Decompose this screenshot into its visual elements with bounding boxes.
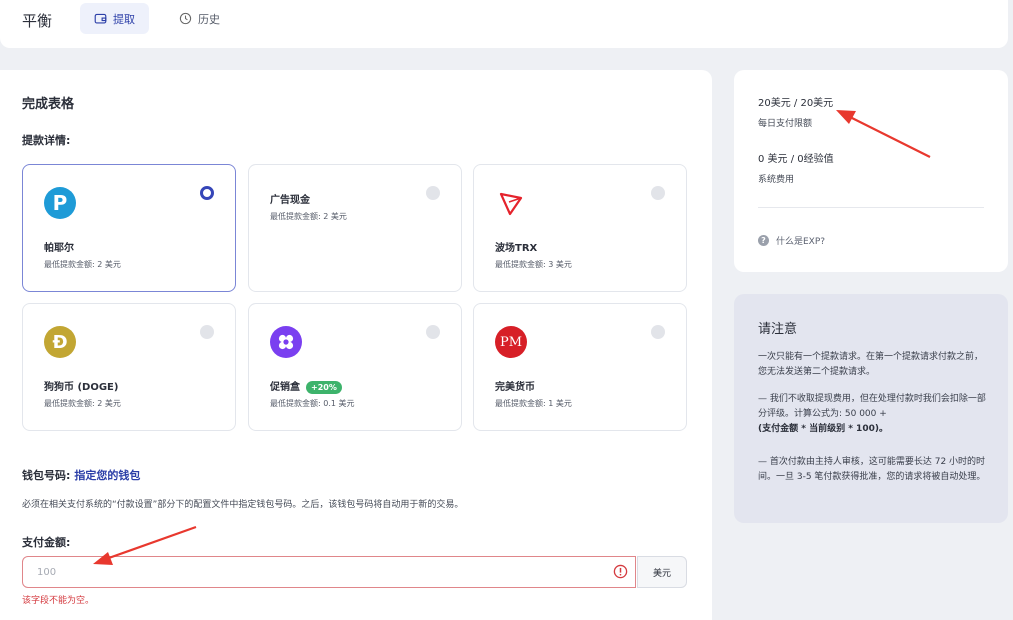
radio-unselected[interactable] [426,325,440,339]
radio-selected[interactable] [200,186,214,200]
amount-input[interactable] [22,556,636,588]
top-bar: 平衡 提取 历史 [0,0,1008,48]
amount-label: 支付金额: [22,536,71,549]
system-fee-label: 系统费用 [758,175,795,185]
divider [758,207,984,208]
fee-formula: (支付金额 * 当前级别 * 100)。 [758,424,888,434]
method-card-promo[interactable]: 促销盒 +20% 最低提款金额: 0.1 美元 [248,303,462,431]
radio-unselected[interactable] [651,325,665,339]
tab-history[interactable]: 历史 [165,3,234,34]
method-name-text: 促销盒 [270,382,300,393]
notice-panel: 请注意 一次只能有一个提款请求。在第一个提款请求付款之前，您无法发送第二个提款请… [734,294,1008,523]
page-title: 平衡 [22,12,53,30]
notice-title: 请注意 [758,322,798,337]
bonus-badge: +20% [306,380,342,394]
question-icon: ? [758,235,769,246]
form-title: 完成表格 [22,97,75,112]
method-card-perfect-money[interactable]: PM 完美货币 最低提款金额: 1 美元 [473,303,687,431]
method-name: 波场TRX [495,243,538,254]
method-name: 狗狗币 (DOGE) [44,382,119,393]
method-card-trx[interactable]: 波场TRX 最低提款金额: 3 美元 [473,164,687,292]
method-card-payeer[interactable]: P 帕耶尔 最低提款金额: 2 美元 [22,164,236,292]
method-min: 最低提款金额: 2 美元 [44,399,121,408]
notice-paragraph-1: 一次只能有一个提款请求。在第一个提款请求付款之前，您无法发送第二个提款请求。 [758,352,984,377]
method-min: 最低提款金额: 1 美元 [495,399,572,408]
method-name: 广告现金 [270,195,310,206]
what-is-exp-label: 什么是EXP? [776,237,826,247]
wallet-description: 必须在相关支付系统的“付款设置”部分下的配置文件中指定钱包号码。之后，该钱包号码… [22,500,464,510]
notice-paragraph-3: — 首次付款由主持人审核，这可能需要长达 72 小时的时间。一旦 3-5 笔付款… [758,457,986,482]
what-is-exp-link[interactable]: ? 什么是EXP? [758,234,825,247]
specify-wallet-link[interactable]: 指定您的钱包 [74,469,140,482]
radio-unselected[interactable] [651,186,665,200]
tron-icon [499,192,523,216]
limits-panel: 20美元 / 20美元 每日支付限额 0 美元 / 0经验值 系统费用 ? 什么… [734,70,1008,272]
promo-box-icon [270,326,302,358]
amount-error: 该字段不能为空。 [22,596,95,606]
notice-paragraph-2: — 我们不收取提现费用，但在处理付款时我们会扣除一部分评级。计算公式为: 50 … [758,392,990,437]
warning-icon [613,564,628,579]
method-min: 最低提款金额: 3 美元 [495,260,572,269]
clock-icon [179,12,192,25]
method-name: 完美货币 [495,382,535,393]
perfect-money-icon: PM [495,326,527,358]
payeer-icon: P [44,187,76,219]
method-card-adcash[interactable]: 广告现金 最低提款金额: 2 美元 [248,164,462,292]
wallet-row: 钱包号码: 指定您的钱包 [22,467,140,483]
wallet-icon [94,13,107,24]
method-min: 最低提款金额: 0.1 美元 [270,399,355,408]
tab-history-label: 历史 [198,12,220,26]
radio-unselected[interactable] [426,186,440,200]
details-label: 提款详情: [22,134,71,147]
method-name: 帕耶尔 [44,243,74,254]
system-fee-value: 0 美元 / 0经验值 [758,154,834,165]
wallet-label: 钱包号码: [22,469,71,482]
radio-unselected[interactable] [200,325,214,339]
daily-limit-label: 每日支付限额 [758,119,813,129]
method-min: 最低提款金额: 2 美元 [44,260,121,269]
method-min: 最低提款金额: 2 美元 [270,212,347,221]
method-card-doge[interactable]: Đ 狗狗币 (DOGE) 最低提款金额: 2 美元 [22,303,236,431]
daily-limit-value: 20美元 / 20美元 [758,98,834,109]
tab-withdraw-label: 提取 [113,12,135,26]
method-name: 促销盒 +20% [270,378,342,394]
tab-withdraw[interactable]: 提取 [80,3,149,34]
dogecoin-icon: Đ [44,326,76,358]
withdraw-form-panel: 完成表格 提款详情: P 帕耶尔 最低提款金额: 2 美元 广告现金 最低提款金… [0,70,712,620]
notice-paragraph-2-text: — 我们不收取提现费用，但在处理付款时我们会扣除一部分评级。计算公式为: 50 … [758,394,986,419]
currency-unit: 美元 [637,556,687,588]
